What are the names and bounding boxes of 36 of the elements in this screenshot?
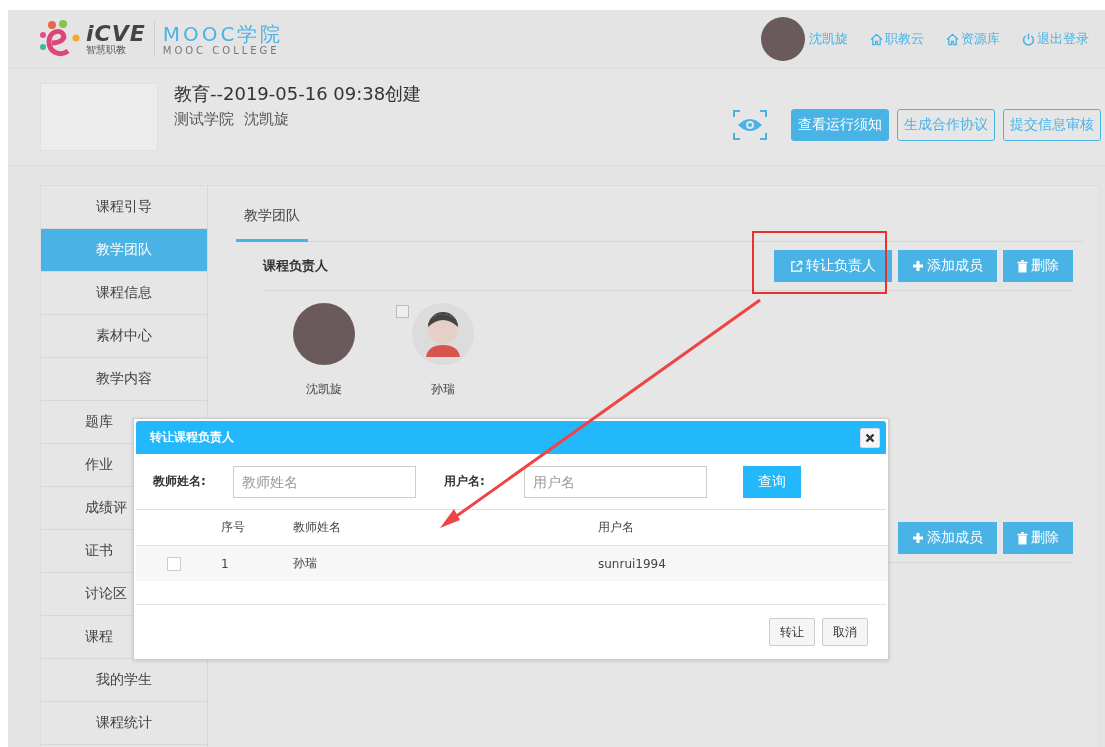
table-cell: 1 [220,545,292,581]
field-label: 用户名: [444,473,486,490]
trash-icon [1017,531,1028,545]
sidebar-item[interactable]: 课程统计 [41,702,207,745]
brand-subtitle: MOOC COLLEGE [162,44,281,56]
close-icon [865,432,875,443]
row-checkbox[interactable] [167,556,181,571]
sidebar-item[interactable]: 教学内容 [41,358,207,401]
logo-subtitle: 智慧职教 [86,45,127,55]
search-field[interactable]: 教师姓名 [233,465,416,498]
member-name: 沈凯旋 [306,381,342,398]
logo-text: iCVE [86,23,146,45]
tab[interactable]: 教学团队 [236,207,308,242]
field-label: 教师姓名: [153,473,207,490]
section-heading: 课程负责人 [263,257,329,275]
brand-title: MOOC学院 [162,22,284,45]
preview-eye-icon[interactable] [733,110,767,140]
close-button[interactable] [860,427,880,448]
table-cell: 孙瑞 [292,545,597,581]
sidebar-item[interactable]: 课程信息 [41,272,207,315]
person-silhouette-icon [423,311,463,357]
dialog-button[interactable]: 转让 [769,618,815,646]
table-cell: sunrui1994 [597,545,888,581]
trash-icon [1017,259,1028,273]
sidebar-item[interactable]: 素材中心 [41,315,207,358]
plus-icon [912,532,924,544]
member-checkbox[interactable] [396,305,409,318]
member-name: 孙瑞 [431,381,455,398]
course-title: 教育--2019-05-16 09:38创建 [174,81,422,106]
dialog-button[interactable]: 取消 [822,618,868,646]
column-header: 序号 [220,510,292,546]
share-icon [790,259,803,273]
plus-icon [912,260,924,272]
course-subtitle: 测试学院 沈凯旋 [174,109,290,129]
column-header: 用户名 [597,510,888,546]
search-field[interactable]: 用户名 [524,465,707,498]
